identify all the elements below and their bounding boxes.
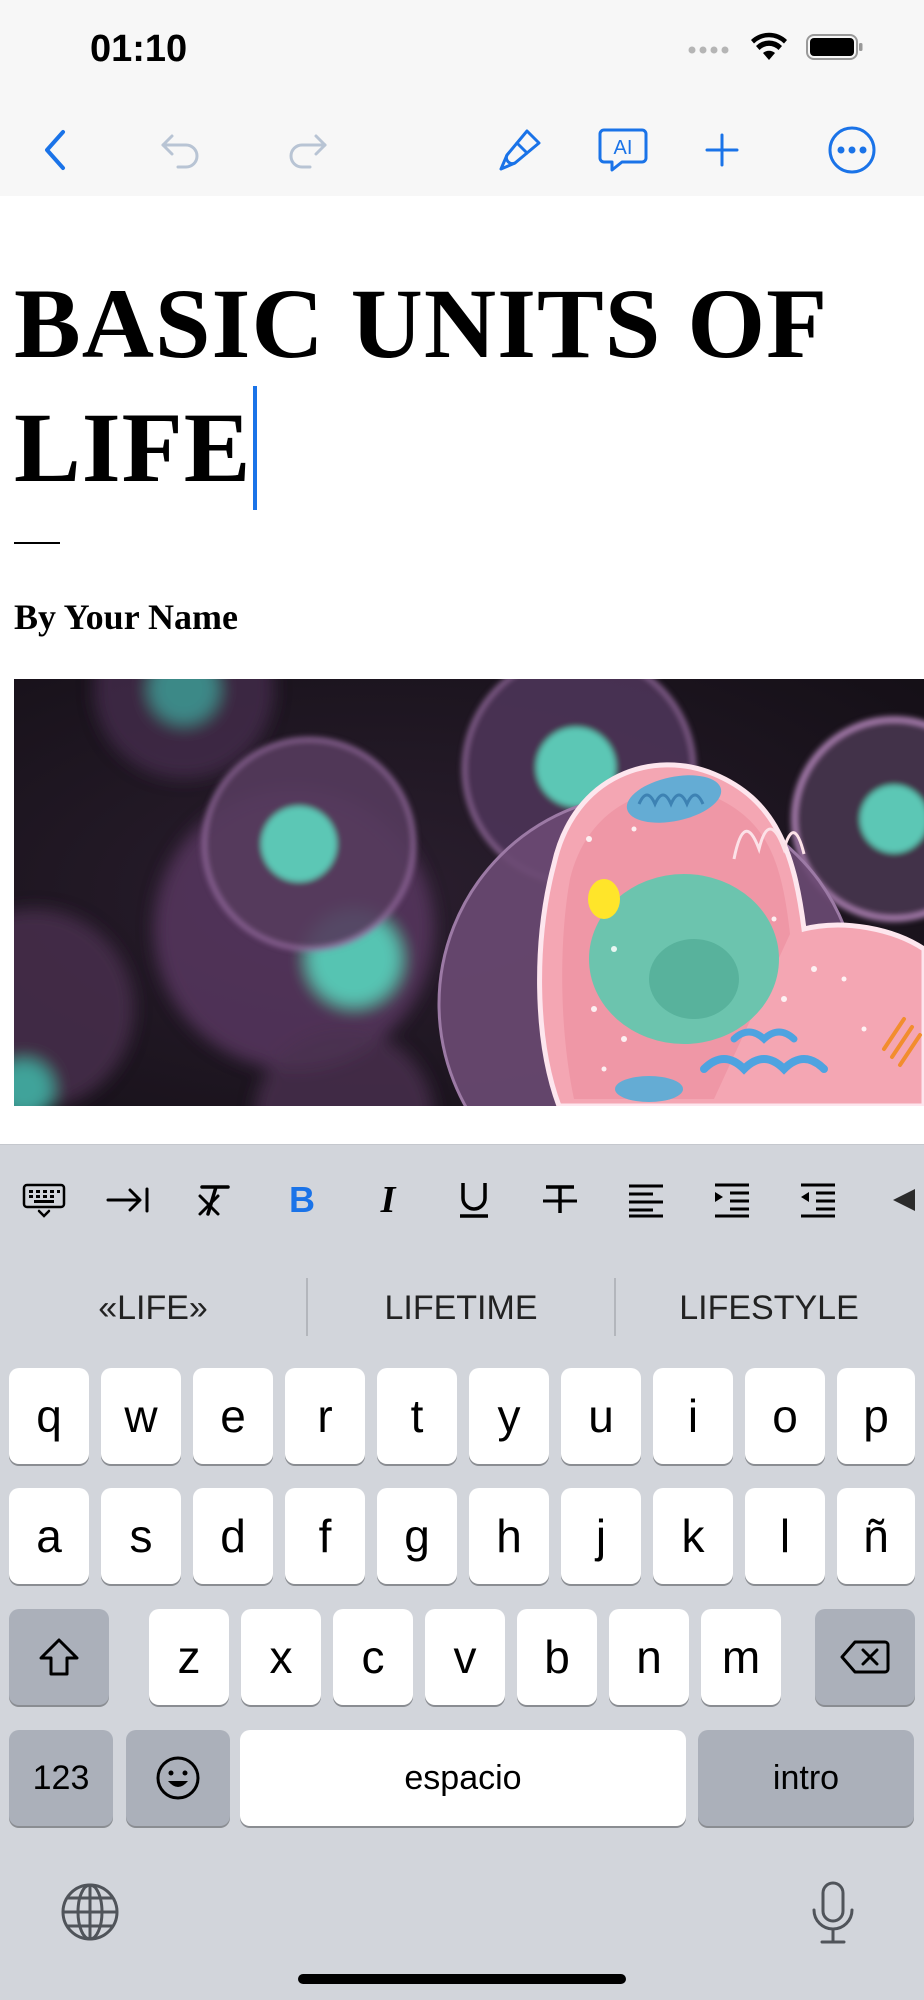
undo-icon — [161, 134, 199, 169]
suggestion-bar: «LIFE» LIFETIME LIFESTYLE — [0, 1252, 924, 1364]
cellular-signal-icon — [688, 46, 729, 54]
key-h[interactable]: h — [469, 1488, 549, 1584]
key-m[interactable]: m — [701, 1609, 781, 1705]
backspace-icon — [840, 1640, 890, 1674]
keyboard-hide-icon — [22, 1183, 66, 1218]
key-y[interactable]: y — [469, 1368, 549, 1464]
key-w[interactable]: w — [101, 1368, 181, 1464]
format-toolbar: B I — [0, 1144, 924, 1253]
top-toolbar: AI — [0, 100, 924, 196]
space-key[interactable]: espacio — [240, 1730, 686, 1826]
key-a[interactable]: a — [9, 1488, 89, 1584]
key-u[interactable]: u — [561, 1368, 641, 1464]
shift-icon — [39, 1638, 79, 1676]
key-q[interactable]: q — [9, 1368, 89, 1464]
redo-icon — [289, 134, 327, 169]
key-o[interactable]: o — [745, 1368, 825, 1464]
key-j[interactable]: j — [561, 1488, 641, 1584]
battery-icon — [806, 34, 863, 60]
title-line-1: BASIC UNITS OF — [14, 268, 829, 379]
back-button[interactable] — [26, 120, 86, 180]
key-s[interactable]: s — [101, 1488, 181, 1584]
tab-button[interactable] — [100, 1172, 156, 1228]
indent-decrease-button[interactable] — [790, 1172, 846, 1228]
document-canvas[interactable]: BASIC UNITS OF LIFE By Your Name — [0, 196, 924, 1144]
emoji-key[interactable] — [126, 1730, 230, 1826]
hide-keyboard-button[interactable] — [16, 1172, 72, 1228]
underline-button[interactable] — [446, 1172, 502, 1228]
italic-button[interactable]: I — [360, 1172, 416, 1228]
title-line-2: LIFE — [14, 392, 252, 503]
cell-illustration — [14, 679, 924, 1106]
clear-format-icon — [198, 1185, 230, 1216]
keyboard: «LIFE» LIFETIME LIFESTYLE q w e r t y u … — [0, 1252, 924, 2000]
title-divider — [14, 542, 60, 544]
status-icons — [688, 32, 864, 62]
key-p[interactable]: p — [837, 1368, 915, 1464]
key-z[interactable]: z — [149, 1609, 229, 1705]
insert-button[interactable] — [692, 120, 752, 180]
indent-increase-icon — [715, 1183, 749, 1218]
text-caret — [253, 386, 258, 510]
cell-illustration-image[interactable] — [14, 679, 924, 1106]
key-c[interactable]: c — [333, 1609, 413, 1705]
format-brush-button[interactable] — [490, 120, 550, 180]
key-d[interactable]: d — [193, 1488, 273, 1584]
plus-icon — [705, 133, 739, 167]
key-f[interactable]: f — [285, 1488, 365, 1584]
format-more-button[interactable] — [876, 1172, 924, 1228]
suggestion-2[interactable]: LIFETIME — [308, 1252, 614, 1364]
status-time: 01:10 — [90, 28, 188, 70]
wifi-icon — [751, 32, 787, 60]
globe-icon — [61, 1883, 119, 1941]
key-e[interactable]: e — [193, 1368, 273, 1464]
key-b[interactable]: b — [517, 1609, 597, 1705]
bold-button[interactable]: B — [274, 1172, 330, 1228]
more-button[interactable] — [822, 120, 882, 180]
clear-format-button[interactable] — [186, 1172, 242, 1228]
key-l[interactable]: l — [745, 1488, 825, 1584]
key-n-tilde[interactable]: ñ — [837, 1488, 915, 1584]
emoji-icon — [156, 1756, 200, 1800]
key-r[interactable]: r — [285, 1368, 365, 1464]
indent-decrease-icon — [801, 1183, 835, 1218]
underline-icon — [460, 1183, 488, 1218]
ai-label: AI — [614, 137, 633, 159]
more-arrow-icon — [893, 1189, 915, 1211]
paintbrush-icon — [499, 129, 541, 171]
align-left-button[interactable] — [618, 1172, 674, 1228]
ai-button[interactable]: AI — [593, 120, 653, 180]
return-key[interactable]: intro — [698, 1730, 914, 1826]
key-g[interactable]: g — [377, 1488, 457, 1584]
document-title[interactable]: BASIC UNITS OF LIFE — [14, 262, 914, 510]
back-chevron-icon — [45, 130, 65, 170]
document-author[interactable]: By Your Name — [14, 596, 238, 638]
redo-button[interactable] — [278, 120, 338, 180]
numbers-key[interactable]: 123 — [9, 1730, 113, 1826]
more-icon — [828, 126, 876, 174]
backspace-key[interactable] — [815, 1609, 915, 1705]
undo-button[interactable] — [150, 120, 210, 180]
dictation-button[interactable] — [808, 1880, 858, 1946]
ai-icon: AI — [598, 128, 648, 172]
key-t[interactable]: t — [377, 1368, 457, 1464]
home-indicator — [298, 1974, 626, 1984]
microphone-icon — [812, 1881, 854, 1944]
strikethrough-button[interactable] — [532, 1172, 588, 1228]
shift-key[interactable] — [9, 1609, 109, 1705]
suggestion-3[interactable]: LIFESTYLE — [616, 1252, 922, 1364]
indent-increase-button[interactable] — [704, 1172, 760, 1228]
key-x[interactable]: x — [241, 1609, 321, 1705]
key-i[interactable]: i — [653, 1368, 733, 1464]
strikethrough-icon — [543, 1185, 577, 1213]
key-k[interactable]: k — [653, 1488, 733, 1584]
key-n[interactable]: n — [609, 1609, 689, 1705]
status-bar: 01:10 — [0, 0, 924, 100]
align-left-icon — [629, 1184, 663, 1218]
tab-icon — [106, 1187, 149, 1213]
suggestion-1[interactable]: «LIFE» — [0, 1252, 306, 1364]
globe-button[interactable] — [60, 1882, 120, 1942]
key-v[interactable]: v — [425, 1609, 505, 1705]
